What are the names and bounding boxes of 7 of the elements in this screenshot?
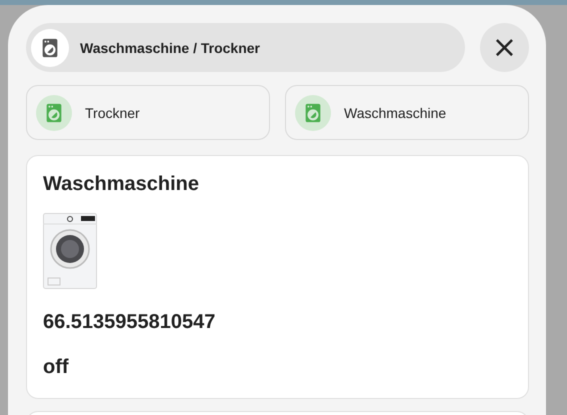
entity-chip[interactable]: Trockner [26, 85, 270, 140]
close-button[interactable]: × [480, 23, 529, 72]
state-value: off [43, 356, 70, 379]
dialog-title: Waschmaschine / Trockner [80, 40, 260, 56]
entity-chip[interactable]: Waschmaschine [285, 85, 529, 140]
sensor-value: 66.5135955810547 [43, 311, 216, 334]
card-title: Waschmaschine [43, 173, 200, 196]
